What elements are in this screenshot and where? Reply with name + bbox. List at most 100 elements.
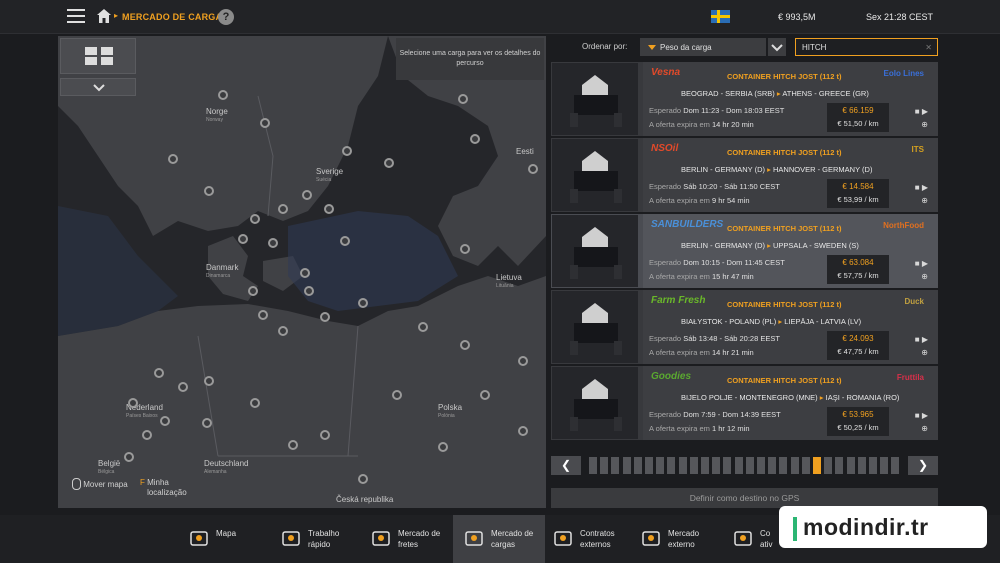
city-marker[interactable] — [142, 430, 152, 440]
city-marker[interactable] — [288, 440, 298, 450]
city-marker[interactable] — [460, 340, 470, 350]
city-marker[interactable] — [204, 376, 214, 386]
page-indicator[interactable] — [880, 457, 889, 474]
city-marker[interactable] — [392, 390, 402, 400]
page-indicator[interactable] — [600, 457, 609, 474]
next-page-button[interactable]: ❯ — [908, 456, 938, 475]
city-marker[interactable] — [258, 310, 268, 320]
clear-search-icon[interactable]: ✕ — [925, 43, 932, 52]
map-expand-button[interactable] — [60, 78, 136, 96]
city-marker[interactable] — [248, 286, 258, 296]
page-indicator[interactable] — [824, 457, 833, 474]
route-icon: ⊕ — [921, 196, 928, 205]
city-marker[interactable] — [204, 186, 214, 196]
city-marker[interactable] — [528, 164, 538, 174]
page-indicator[interactable] — [891, 457, 900, 474]
menu-icon[interactable] — [67, 9, 85, 23]
page-indicator[interactable] — [757, 457, 765, 474]
city-marker[interactable] — [268, 238, 278, 248]
city-marker[interactable] — [250, 398, 260, 408]
city-marker[interactable] — [320, 312, 330, 322]
city-marker[interactable] — [260, 118, 270, 128]
home-icon[interactable] — [96, 8, 112, 24]
city-marker[interactable] — [358, 298, 368, 308]
city-marker[interactable] — [278, 204, 288, 214]
page-indicator[interactable] — [611, 457, 620, 474]
tab-external-contracts[interactable]: Contratos externos — [552, 515, 638, 563]
city-marker[interactable] — [238, 234, 248, 244]
city-marker[interactable] — [300, 268, 310, 278]
sort-direction-button[interactable] — [768, 38, 786, 56]
cargo-card[interactable]: Vesna CONTAINER HITCH JOST (112 t) Eolo … — [551, 62, 938, 136]
city-marker[interactable] — [160, 416, 170, 426]
cargo-card[interactable]: NSOil CONTAINER HITCH JOST (112 t) ITS B… — [551, 138, 938, 212]
page-indicator[interactable] — [667, 457, 676, 474]
page-indicator[interactable] — [633, 457, 642, 474]
city-marker[interactable] — [358, 474, 368, 484]
page-indicator[interactable] — [723, 457, 732, 474]
page-indicator[interactable] — [589, 457, 597, 474]
cargo-card[interactable]: Farm Fresh CONTAINER HITCH JOST (112 t) … — [551, 290, 938, 364]
city-marker[interactable] — [178, 382, 188, 392]
city-marker[interactable] — [480, 390, 490, 400]
city-marker[interactable] — [218, 90, 228, 100]
page-indicator[interactable] — [779, 457, 788, 474]
city-marker[interactable] — [320, 430, 330, 440]
city-marker[interactable] — [518, 426, 528, 436]
city-marker[interactable] — [154, 368, 164, 378]
city-marker[interactable] — [340, 236, 350, 246]
page-indicator[interactable] — [689, 457, 698, 474]
city-marker[interactable] — [202, 418, 212, 428]
city-marker[interactable] — [470, 134, 480, 144]
page-indicator[interactable] — [712, 457, 721, 474]
page-indicator[interactable] — [645, 457, 653, 474]
page-indicator-current[interactable] — [813, 457, 821, 474]
partner-logo: ITS — [911, 145, 924, 154]
tab-external-market[interactable]: Mercado externo — [640, 515, 726, 563]
country-label-germany: Deutschland Alemanha — [204, 459, 249, 476]
city-marker[interactable] — [438, 442, 448, 452]
tab-cargo-market[interactable]: Mercado de cargas — [453, 515, 545, 563]
city-marker[interactable] — [518, 356, 528, 366]
city-marker[interactable] — [384, 158, 394, 168]
page-indicator[interactable] — [869, 457, 877, 474]
city-marker[interactable] — [250, 214, 260, 224]
search-input[interactable]: HITCH ✕ — [795, 38, 938, 56]
page-indicator[interactable] — [656, 457, 665, 474]
city-marker[interactable] — [128, 398, 138, 408]
city-marker[interactable] — [458, 94, 468, 104]
cargo-card[interactable]: Goodies CONTAINER HITCH JOST (112 t) Fru… — [551, 366, 938, 440]
map-view[interactable]: Selecione uma carga para ver os detalhes… — [58, 36, 546, 508]
page-indicator[interactable] — [768, 457, 777, 474]
set-gps-destination-button[interactable]: Definir como destino no GPS — [551, 488, 938, 508]
page-indicator[interactable] — [701, 457, 709, 474]
city-marker[interactable] — [460, 244, 470, 254]
cargo-card[interactable]: SANBUILDERS CONTAINER HITCH JOST (112 t)… — [551, 214, 938, 288]
city-marker[interactable] — [124, 452, 134, 462]
help-button[interactable]: ? — [218, 9, 234, 25]
prev-page-button[interactable]: ❮ — [551, 456, 581, 475]
tab-quick-job[interactable]: Trabalho rápido — [280, 515, 366, 563]
page-indicator[interactable] — [734, 457, 743, 474]
page-indicator[interactable] — [857, 457, 866, 474]
tab-freight-market[interactable]: Mercado de fretes — [370, 515, 456, 563]
tab-map[interactable]: Mapa — [188, 515, 274, 563]
city-marker[interactable] — [418, 322, 428, 332]
city-marker[interactable] — [304, 286, 314, 296]
page-indicator[interactable] — [835, 457, 844, 474]
map-overview-button[interactable] — [60, 38, 136, 74]
city-marker[interactable] — [324, 204, 334, 214]
page-indicator[interactable] — [622, 457, 631, 474]
sort-dropdown[interactable]: Peso da carga — [640, 38, 766, 56]
page-indicator[interactable] — [678, 457, 687, 474]
city-marker[interactable] — [278, 326, 288, 336]
expected-time: Esperado Dom 7:59 - Dom 14:39 EEST — [649, 410, 781, 419]
page-indicator[interactable] — [846, 457, 855, 474]
city-marker[interactable] — [168, 154, 178, 164]
page-indicator[interactable] — [745, 457, 754, 474]
cargo-price-box: € 24.093 € 47,75 / km — [827, 331, 889, 360]
page-indicator[interactable] — [801, 457, 810, 474]
page-indicator[interactable] — [790, 457, 799, 474]
city-marker[interactable] — [342, 146, 352, 156]
city-marker[interactable] — [302, 190, 312, 200]
